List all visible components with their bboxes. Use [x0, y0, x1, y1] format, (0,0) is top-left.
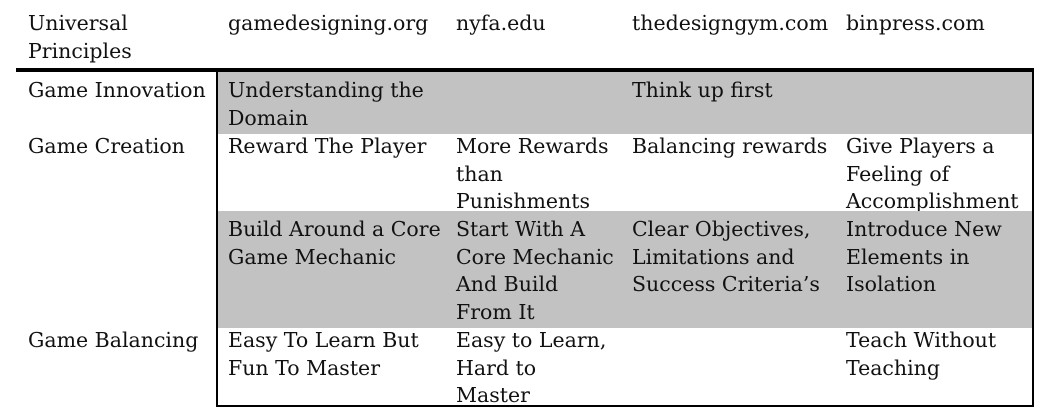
table-border-bottom [216, 405, 1034, 407]
table-cell: Easy To Learn But Fun To Master [228, 328, 419, 380]
header-cell: nyfa.edu [456, 11, 546, 35]
header-cell: Universal Principles [28, 11, 132, 63]
table-border-right [1032, 72, 1034, 407]
table-cell: Think up first [620, 72, 834, 134]
principles-table: Universal Principles gamedesigning.org n… [16, 0, 1034, 407]
table-cell [620, 322, 834, 412]
table-cell: More Rewards than Punishments [456, 134, 609, 213]
table-cell: Teach Without Teaching [846, 328, 997, 380]
table-cell: Reward The Player [228, 134, 427, 158]
table-cell: Start With A Core Mechanic And Build Fro… [444, 211, 620, 328]
table-row: Game Innovation Understanding the Domain… [16, 72, 1034, 134]
table-cell: Easy to Learn, Hard to Master [456, 328, 607, 407]
table-border-left [216, 72, 218, 406]
table-cell: Balancing rewards [632, 134, 828, 158]
table-row: Build Around a Core Game Mechanic Start … [16, 211, 1034, 328]
table-cell: Game Balancing [28, 328, 199, 352]
header-row: Universal Principles gamedesigning.org n… [16, 0, 1034, 68]
table-cell: Give Players a Feeling of Accomplishment [846, 134, 1019, 213]
table-cell [444, 72, 620, 134]
table-cell: Introduce New Elements in Isolation [834, 211, 1034, 328]
table-row: Game Creation Reward The Player More Rew… [16, 128, 1034, 213]
table-cell: Understanding the Domain [216, 72, 444, 134]
table-cell: Build Around a Core Game Mechanic [216, 211, 444, 328]
header-cell: thedesigngym.com [632, 11, 829, 35]
header-cell: gamedesigning.org [228, 11, 429, 35]
table-cell: Clear Objectives, Limitations and Succes… [620, 211, 834, 328]
table-row: Game Balancing Easy To Learn But Fun To … [16, 322, 1034, 407]
table-cell: Game Innovation [28, 78, 206, 102]
table-cell: Game Creation [28, 134, 185, 158]
header-cell: binpress.com [846, 11, 985, 35]
table-cell [16, 211, 216, 328]
table-cell [834, 72, 1034, 134]
